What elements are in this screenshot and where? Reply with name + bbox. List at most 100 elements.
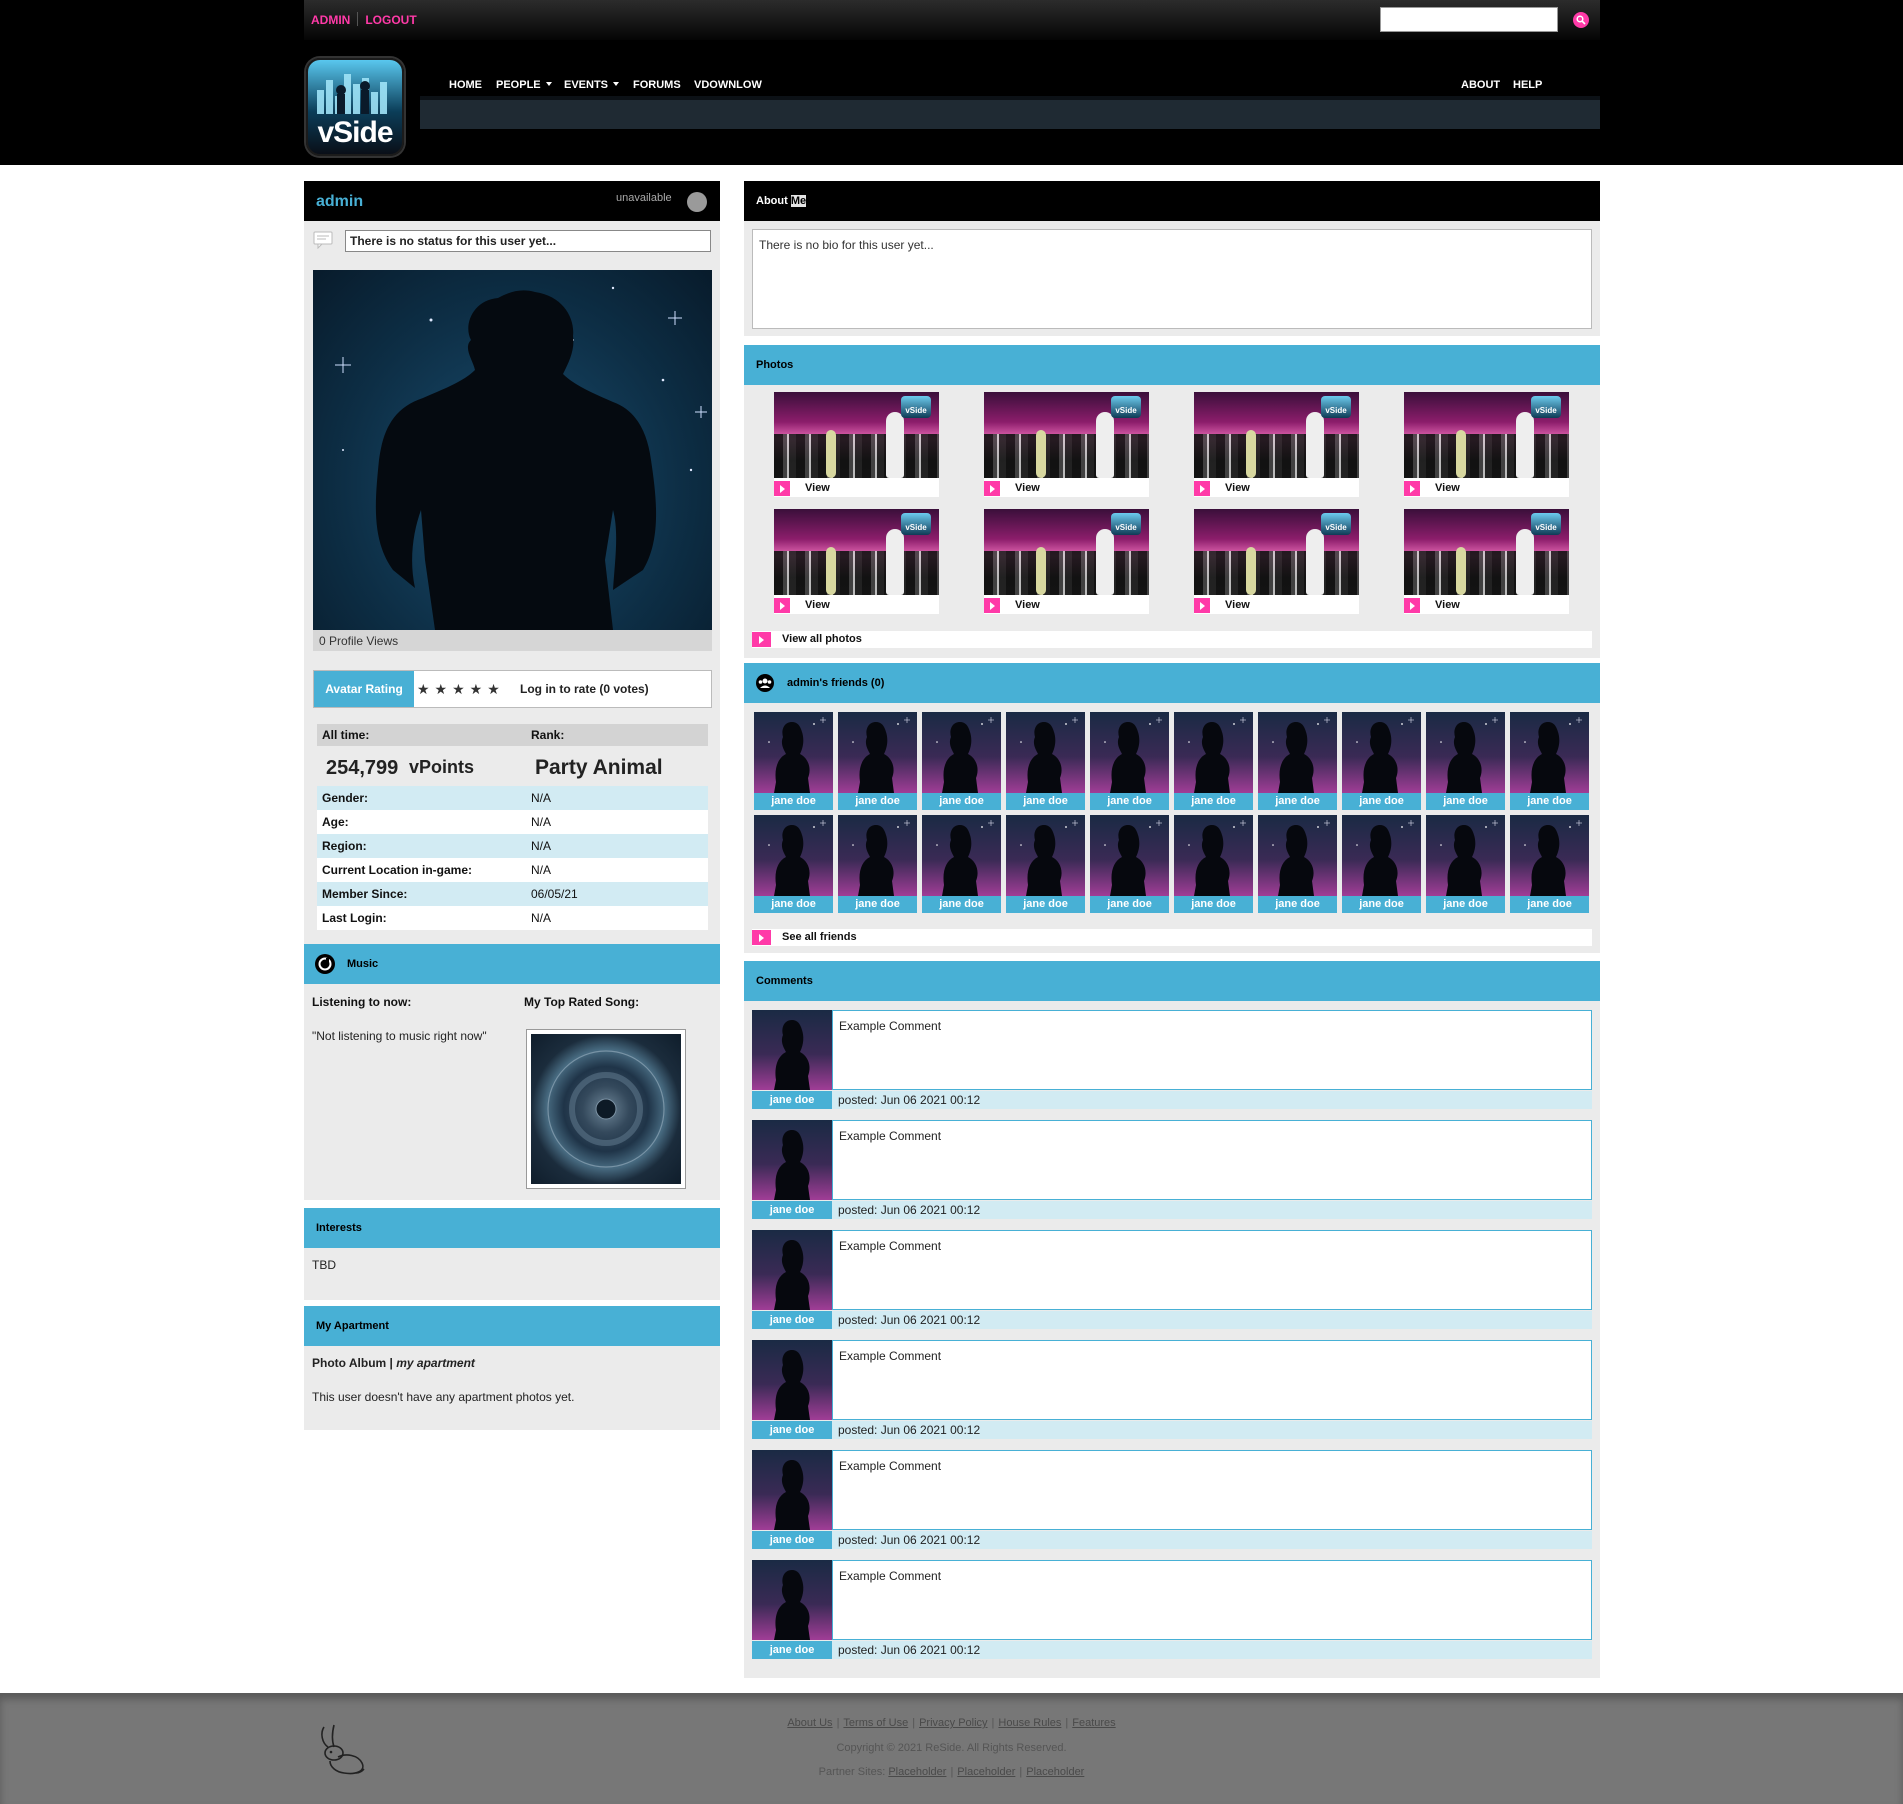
view-arrow-icon[interactable]: [984, 598, 1000, 613]
photo-image[interactable]: vSide: [984, 392, 1149, 478]
nav-about[interactable]: ABOUT: [1461, 79, 1500, 91]
view-arrow-icon[interactable]: [1404, 481, 1420, 496]
photo-thumbnail[interactable]: vSide View: [984, 392, 1149, 497]
friend-name[interactable]: jane doe: [1426, 795, 1505, 807]
friend-card[interactable]: jane doe: [1258, 815, 1337, 913]
photo-thumbnail[interactable]: vSide View: [1404, 509, 1569, 614]
friend-name[interactable]: jane doe: [1090, 898, 1169, 910]
friend-card[interactable]: jane doe: [1426, 712, 1505, 810]
commenter-avatar[interactable]: [752, 1010, 832, 1090]
friend-avatar[interactable]: [1426, 712, 1505, 793]
friend-name[interactable]: jane doe: [1006, 898, 1085, 910]
friend-name[interactable]: jane doe: [1258, 795, 1337, 807]
friend-card[interactable]: jane doe: [1090, 815, 1169, 913]
friend-avatar[interactable]: [1426, 815, 1505, 896]
logout-link[interactable]: LOGOUT: [365, 13, 416, 27]
nav-people[interactable]: PEOPLE: [496, 79, 552, 91]
view-photo-link[interactable]: View: [1435, 599, 1460, 611]
friend-name[interactable]: jane doe: [1510, 795, 1589, 807]
nav-forums[interactable]: FORUMS: [633, 79, 681, 91]
nav-events[interactable]: EVENTS: [564, 79, 620, 91]
friend-name[interactable]: jane doe: [1090, 795, 1169, 807]
photo-image[interactable]: vSide: [984, 509, 1149, 595]
view-photo-link[interactable]: View: [1435, 482, 1460, 494]
friend-avatar[interactable]: [838, 815, 917, 896]
status-field[interactable]: There is no status for this user yet...: [345, 230, 711, 252]
top-song-album-art[interactable]: [526, 1029, 686, 1189]
photo-image[interactable]: vSide: [774, 509, 939, 595]
friend-card[interactable]: jane doe: [1006, 815, 1085, 913]
view-arrow-icon[interactable]: [774, 481, 790, 496]
friend-card[interactable]: jane doe: [1426, 815, 1505, 913]
friend-card[interactable]: jane doe: [754, 712, 833, 810]
friend-avatar[interactable]: [1174, 712, 1253, 793]
friend-name[interactable]: jane doe: [1174, 898, 1253, 910]
view-photo-link[interactable]: View: [1225, 482, 1250, 494]
friend-card[interactable]: jane doe: [1342, 712, 1421, 810]
vside-logo[interactable]: vSide: [306, 58, 404, 156]
friend-name[interactable]: jane doe: [754, 795, 833, 807]
nav-home[interactable]: HOME: [449, 79, 482, 91]
friend-card[interactable]: jane doe: [1174, 712, 1253, 810]
friend-avatar[interactable]: [1342, 712, 1421, 793]
friend-avatar[interactable]: [1090, 712, 1169, 793]
commenter-avatar[interactable]: [752, 1560, 832, 1640]
commenter-name[interactable]: jane doe: [752, 1201, 832, 1219]
photo-thumbnail[interactable]: vSide View: [774, 509, 939, 614]
commenter-name[interactable]: jane doe: [752, 1531, 832, 1549]
view-photo-link[interactable]: View: [805, 482, 830, 494]
view-photo-link[interactable]: View: [1015, 599, 1040, 611]
photo-image[interactable]: vSide: [1404, 392, 1569, 478]
view-arrow-icon[interactable]: [1194, 481, 1210, 496]
commenter-name[interactable]: jane doe: [752, 1311, 832, 1329]
friend-name[interactable]: jane doe: [922, 795, 1001, 807]
see-all-friends-row[interactable]: See all friends: [752, 929, 1592, 946]
photo-thumbnail[interactable]: vSide View: [1194, 509, 1359, 614]
nav-vdownload[interactable]: VDOWNLOW: [694, 79, 762, 91]
friend-avatar[interactable]: [1258, 815, 1337, 896]
friend-card[interactable]: jane doe: [838, 815, 917, 913]
friend-card[interactable]: jane doe: [922, 712, 1001, 810]
photo-image[interactable]: vSide: [1194, 509, 1359, 595]
friend-avatar[interactable]: [838, 712, 917, 793]
view-all-photos-link[interactable]: View all photos: [782, 633, 862, 645]
friend-card[interactable]: jane doe: [1258, 712, 1337, 810]
admin-link[interactable]: ADMIN: [311, 13, 350, 27]
friend-card[interactable]: jane doe: [754, 815, 833, 913]
commenter-avatar[interactable]: [752, 1230, 832, 1310]
friend-card[interactable]: jane doe: [838, 712, 917, 810]
friend-name[interactable]: jane doe: [754, 898, 833, 910]
friend-name[interactable]: jane doe: [838, 898, 917, 910]
view-photo-link[interactable]: View: [1015, 482, 1040, 494]
friend-avatar[interactable]: [922, 712, 1001, 793]
friend-avatar[interactable]: [1006, 712, 1085, 793]
friend-avatar[interactable]: [922, 815, 1001, 896]
view-arrow-icon[interactable]: [774, 598, 790, 613]
friend-name[interactable]: jane doe: [1510, 898, 1589, 910]
commenter-name[interactable]: jane doe: [752, 1091, 832, 1109]
friend-card[interactable]: jane doe: [1090, 712, 1169, 810]
view-arrow-icon[interactable]: [984, 481, 1000, 496]
view-photo-link[interactable]: View: [805, 599, 830, 611]
friend-name[interactable]: jane doe: [1006, 795, 1085, 807]
commenter-avatar[interactable]: [752, 1450, 832, 1530]
search-input[interactable]: [1380, 7, 1558, 32]
photo-thumbnail[interactable]: vSide View: [984, 509, 1149, 614]
friend-name[interactable]: jane doe: [1426, 898, 1505, 910]
footer-link-about-us[interactable]: About Us: [787, 1717, 832, 1729]
friend-card[interactable]: jane doe: [1174, 815, 1253, 913]
friend-card[interactable]: jane doe: [1006, 712, 1085, 810]
friend-avatar[interactable]: [754, 712, 833, 793]
nav-help[interactable]: HELP: [1513, 79, 1542, 91]
commenter-name[interactable]: jane doe: [752, 1421, 832, 1439]
commenter-avatar[interactable]: [752, 1340, 832, 1420]
partner-link[interactable]: Placeholder: [888, 1766, 946, 1778]
photo-thumbnail[interactable]: vSide View: [1404, 392, 1569, 497]
search-button[interactable]: [1573, 12, 1589, 28]
friend-card[interactable]: jane doe: [922, 815, 1001, 913]
friend-card[interactable]: jane doe: [1510, 712, 1589, 810]
friend-name[interactable]: jane doe: [1258, 898, 1337, 910]
friend-avatar[interactable]: [1258, 712, 1337, 793]
friend-name[interactable]: jane doe: [1342, 795, 1421, 807]
view-arrow-icon[interactable]: [1194, 598, 1210, 613]
